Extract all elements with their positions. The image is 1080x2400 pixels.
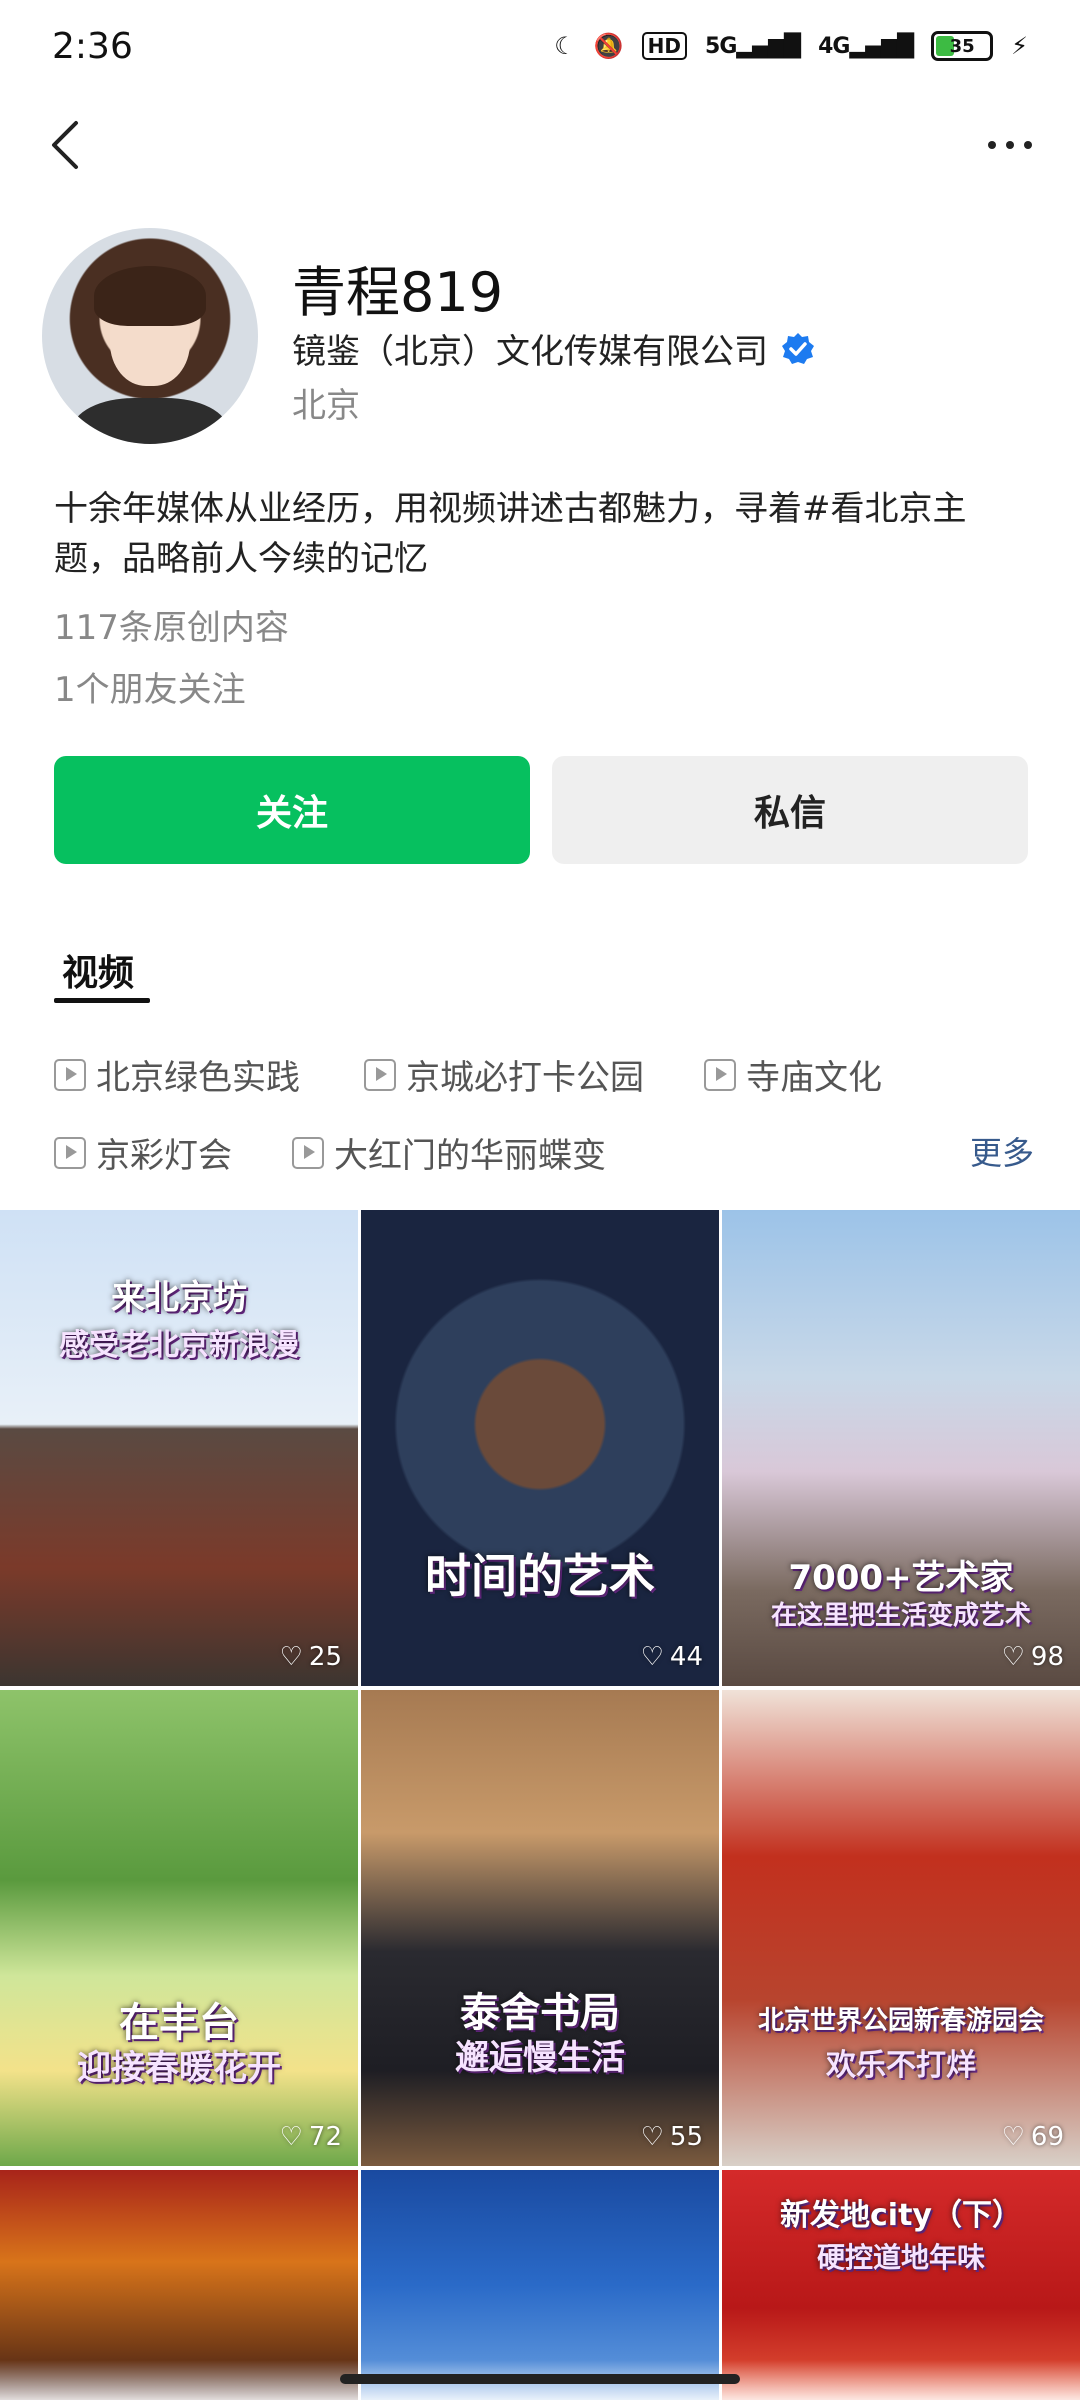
like-count: ♡ 44 (641, 1642, 703, 1672)
signal-5g-icon: 5G▂▄▆█ (705, 33, 801, 59)
moon-icon: ☾ (554, 32, 576, 60)
like-number: 72 (308, 2122, 342, 2152)
chevron-left-icon (52, 121, 78, 169)
video-subtitle: 硬控道地年味 (816, 2241, 985, 2274)
topic-row: 京彩灯会 大红门的华丽蝶变 更多 (54, 1128, 1034, 1206)
like-number: 25 (308, 1642, 342, 1672)
company-name: 镜鉴（北京）文化传媒有限公司 (292, 332, 768, 372)
video-title: 7000+艺术家 (788, 1558, 1014, 1598)
topic-item[interactable]: 京彩灯会 (54, 1128, 232, 1177)
company-row: 镜鉴（北京）文化传媒有限公司 (292, 324, 816, 373)
play-icon (704, 1058, 736, 1091)
topic-label: 寺庙文化 (746, 1058, 882, 1098)
home-indicator[interactable] (340, 2374, 740, 2384)
video-tile[interactable]: 在丰台 迎接春暖花开 ♡ 72 (0, 1690, 358, 2166)
like-number: 69 (1030, 2122, 1064, 2152)
avatar[interactable] (42, 228, 258, 444)
charging-icon: ⚡ (1011, 32, 1028, 60)
video-subtitle: 欢乐不打烊 (826, 2048, 976, 2083)
video-subtitle: 感受老北京新浪漫 (59, 1328, 299, 1363)
profile-bio: 十余年媒体从业经历，用视频讲述古都魅力，寻着#看北京主题，品略前人今续的记忆 (54, 489, 967, 579)
status-bar: 2:36 ☾ 🔕 HD 5G▂▄▆█ 4G▂▄▆█ 35 ⚡ (0, 0, 1080, 92)
hd-badge: HD (641, 32, 688, 60)
net1-label: 5G (705, 33, 737, 59)
heart-icon: ♡ (640, 1642, 664, 1672)
video-title: 新发地city（下） (780, 2198, 1022, 2233)
play-icon (54, 1058, 86, 1091)
verified-icon (782, 332, 814, 364)
profile-location: 北京 (292, 386, 360, 426)
like-count: ♡ 25 (280, 1642, 342, 1672)
topic-label: 大红门的华丽蝶变 (334, 1136, 606, 1176)
topic-item[interactable]: 北京绿色实践 (54, 1050, 300, 1099)
play-icon (364, 1058, 396, 1091)
topic-label: 京城必打卡公园 (406, 1058, 644, 1098)
heart-icon: ♡ (279, 2122, 303, 2152)
topic-label: 京彩灯会 (96, 1136, 232, 1176)
follow-button[interactable]: 关注 (54, 756, 530, 864)
tab-underline (54, 998, 150, 1003)
net2-label: 4G (818, 33, 850, 59)
more-options-button[interactable] (970, 110, 1050, 180)
status-icons: ☾ 🔕 HD 5G▂▄▆█ 4G▂▄▆█ 35 ⚡ (554, 31, 1028, 61)
video-tile[interactable]: 来北京坊 感受老北京新浪漫 ♡ 25 (0, 1210, 358, 1686)
battery-label: 35 (949, 35, 975, 57)
dot (1006, 141, 1014, 149)
dot (1024, 141, 1032, 149)
topic-item[interactable]: 寺庙文化 (704, 1050, 882, 1099)
like-number: 98 (1030, 1642, 1064, 1672)
video-tile[interactable]: 北京世界公园新春游园会 欢乐不打烊 ♡ 69 (722, 1690, 1080, 2166)
heart-icon: ♡ (1001, 2122, 1025, 2152)
avatar-shirt (72, 398, 228, 444)
signal-4g-icon: 4G▂▄▆█ (818, 33, 914, 59)
friends-follow-count[interactable]: 1个朋友关注 (54, 662, 246, 711)
avatar-hair (94, 266, 206, 326)
more-topics-link[interactable]: 更多 (970, 1128, 1034, 1174)
like-number: 44 (669, 1642, 703, 1672)
heart-icon: ♡ (640, 2122, 664, 2152)
video-tile[interactable]: 时间的艺术 ♡ 44 (361, 1210, 719, 1686)
like-count: ♡ 72 (280, 2122, 342, 2152)
video-subtitle: 邂逅慢生活 (455, 2038, 625, 2078)
profile-header: 青程819 镜鉴（北京）文化传媒有限公司 北京 (42, 228, 1042, 448)
topic-label: 北京绿色实践 (96, 1058, 300, 1098)
heart-icon: ♡ (279, 1642, 303, 1672)
like-count: ♡ 55 (641, 2122, 703, 2152)
heart-icon: ♡ (1001, 1642, 1025, 1672)
tab-video[interactable]: 视频 (62, 944, 134, 996)
battery-icon: 35 (931, 31, 994, 61)
like-count: ♡ 69 (1002, 2122, 1064, 2152)
video-title: 时间的艺术 (425, 1549, 655, 1603)
dot (988, 141, 996, 149)
video-subtitle: 迎接春暖花开 (77, 2048, 281, 2088)
like-number: 55 (669, 2122, 703, 2152)
play-icon (54, 1136, 86, 1169)
bell-off-icon: 🔕 (593, 32, 624, 60)
play-icon (292, 1136, 324, 1169)
profile-name: 青程819 (292, 261, 504, 324)
topic-item[interactable]: 京城必打卡公园 (364, 1050, 644, 1099)
status-time: 2:36 (52, 25, 133, 67)
message-button[interactable]: 私信 (552, 756, 1028, 864)
video-grid: 来北京坊 感受老北京新浪漫 ♡ 25 时间的艺术 ♡ 44 7000+艺术家 在这里… (0, 1210, 1080, 2400)
like-count: ♡ 98 (1002, 1642, 1064, 1672)
topic-row: 北京绿色实践 京城必打卡公园 寺庙文化 (54, 1050, 1034, 1128)
video-subtitle: 在这里把生活变成艺术 (770, 1601, 1031, 1631)
original-content-count: 117条原创内容 (54, 608, 289, 648)
video-tile[interactable]: 7000+艺术家 在这里把生活变成艺术 ♡ 98 (722, 1210, 1080, 1686)
topic-list: 北京绿色实践 京城必打卡公园 寺庙文化 京彩灯会 大红门的华丽蝶变 更多 (54, 1050, 1034, 1206)
video-title: 北京世界公园新春游园会 (757, 2006, 1044, 2036)
video-tile[interactable]: 泰舍书局 邂逅慢生活 ♡ 55 (361, 1690, 719, 2166)
back-button[interactable] (30, 110, 100, 180)
nav-bar (0, 100, 1080, 190)
topic-item[interactable]: 大红门的华丽蝶变 (292, 1128, 606, 1177)
video-title: 来北京坊 (111, 1278, 247, 1318)
